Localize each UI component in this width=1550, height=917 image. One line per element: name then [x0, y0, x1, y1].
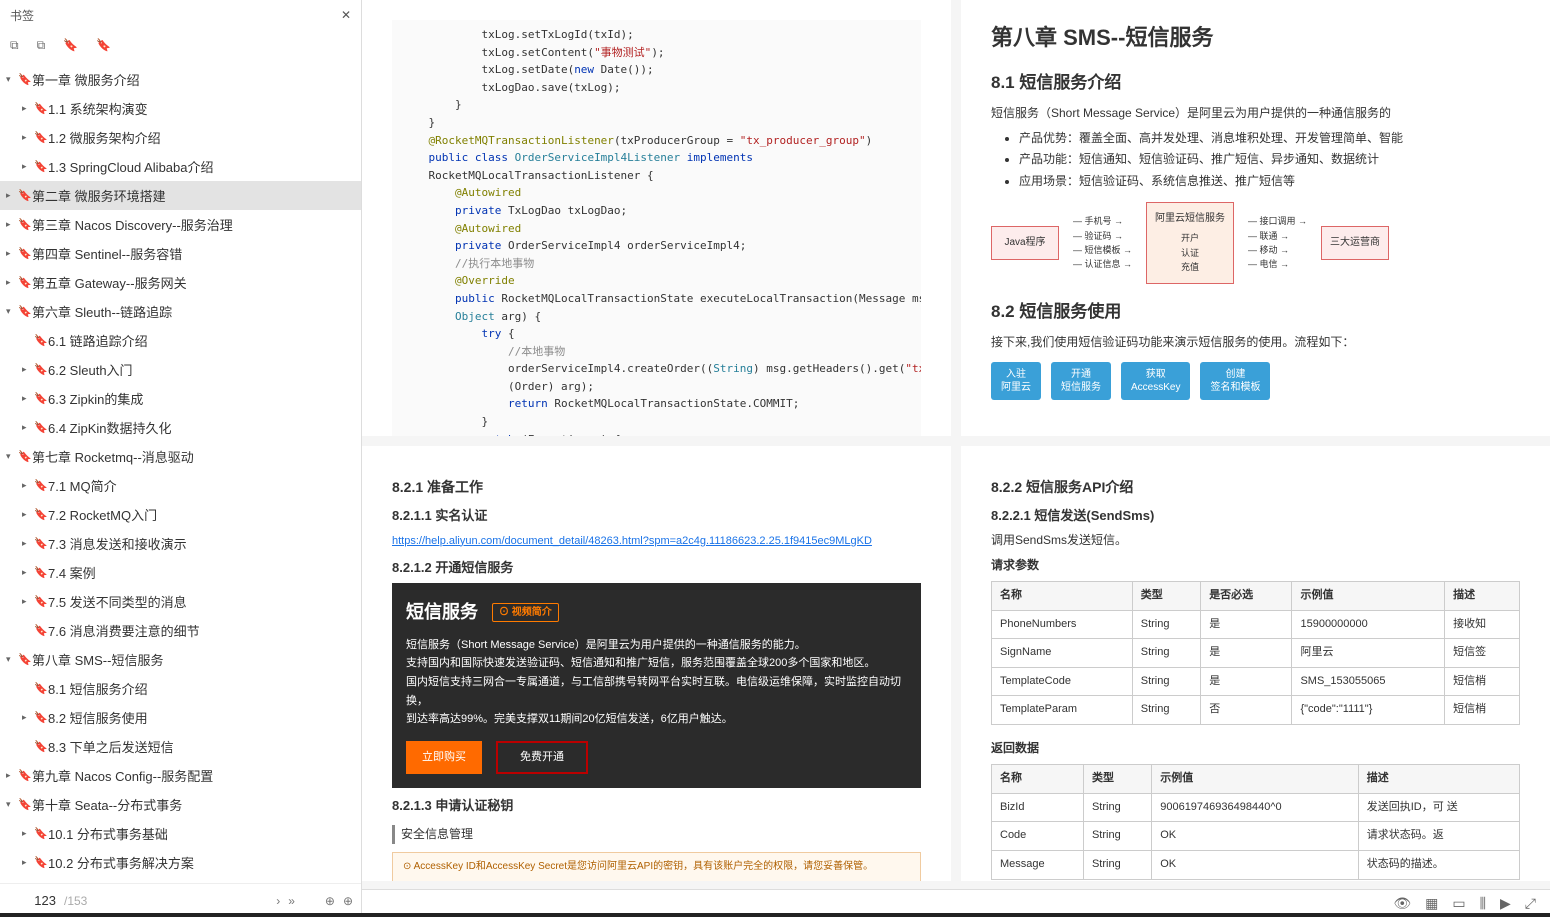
sidebar-toolbar: ⧉ ⧉ 🔖 🔖: [0, 30, 361, 61]
toc-item[interactable]: ▾🔖第十章 Seata--分布式事务: [0, 790, 361, 819]
toc-item[interactable]: ▸🔖7.5 发送不同类型的消息: [0, 587, 361, 616]
toc-item[interactable]: ▾🔖第八章 SMS--短信服务: [0, 645, 361, 674]
toc-item[interactable]: ▸🔖7.1 MQ简介: [0, 471, 361, 500]
h-8212: 8.2.1.2 开通短信服务: [392, 558, 921, 579]
sidebar-title: 书签: [10, 7, 34, 24]
accesskey-alert: ⊙ AccessKey ID和AccessKey Secret是您访问阿里云AP…: [392, 852, 921, 881]
diagram-java: Java程序: [991, 226, 1059, 260]
security-title: 安全信息管理: [392, 825, 921, 844]
toc-item[interactable]: ▸🔖1.2 微服务架构介绍: [0, 123, 361, 152]
panel-title: 短信服务: [406, 597, 478, 628]
h-8221: 8.2.2.1 短信发送(SendSms): [991, 506, 1520, 527]
diagram-fields: — 手机号 →— 验证码 →— 短信模板 →— 认证信息 →: [1073, 214, 1132, 272]
bookmark-icon[interactable]: 🔖: [63, 38, 78, 53]
sms-product-panel: 短信服务 ⊙ 视频简介 短信服务（Short Message Service）是…: [392, 583, 921, 788]
page-bottom-right: 8.2.2 短信服务API介绍 8.2.2.1 短信发送(SendSms) 调用…: [961, 446, 1550, 882]
process-step: 获取AccessKey: [1121, 362, 1190, 400]
section-8-2: 8.2 短信服务使用: [991, 298, 1520, 325]
h-822: 8.2.2 短信服务API介绍: [991, 476, 1520, 498]
toc-item[interactable]: ▾🔖第六章 Sleuth--链路追踪: [0, 297, 361, 326]
page-total: /153: [64, 894, 87, 908]
collapse-icon[interactable]: ⧉: [37, 38, 46, 53]
toc-tree[interactable]: ▾🔖第一章 微服务介绍▸🔖1.1 系统架构演变▸🔖1.2 微服务架构介绍▸🔖1.…: [0, 61, 361, 883]
add-bm2-icon[interactable]: ⊕: [343, 894, 353, 908]
section-8-2-desc: 接下来,我们使用短信验证码功能来演示短信服务的使用。流程如下：: [991, 333, 1520, 352]
os-taskbar: [0, 913, 1550, 917]
page-grid: txLog.setTxLogId(txId); txLog.setContent…: [362, 0, 1550, 917]
process-step: 开通短信服务: [1051, 362, 1111, 400]
page-top-left: txLog.setTxLogId(txId); txLog.setContent…: [362, 0, 951, 436]
toc-item[interactable]: ▸🔖7.4 案例: [0, 558, 361, 587]
close-icon[interactable]: ✕: [341, 8, 351, 22]
verify-link[interactable]: https://help.aliyun.com/document_detail/…: [392, 535, 872, 547]
sendsms-desc: 调用SendSms发送短信。: [991, 531, 1520, 550]
toc-item[interactable]: ▸🔖6.4 ZipKin数据持久化: [0, 413, 361, 442]
sidebar-header: 书签 ✕: [0, 0, 361, 30]
toc-item[interactable]: ▸🔖第九章 Nacos Config--服务配置: [0, 761, 361, 790]
chapter-title: 第八章 SMS--短信服务: [991, 20, 1520, 55]
add-bm-icon[interactable]: ⊕: [325, 894, 335, 908]
resp-title: 返回数据: [991, 739, 1520, 758]
section-8-1: 8.1 短信服务介绍: [991, 69, 1520, 96]
toc-item[interactable]: ▸🔖10.2 分布式事务解决方案: [0, 848, 361, 877]
toc-item[interactable]: ▸🔖1.1 系统架构演变: [0, 94, 361, 123]
toc-item[interactable]: ▸🔖6.3 Zipkin的集成: [0, 384, 361, 413]
toc-item[interactable]: ▸🔖6.2 Sleuth入门: [0, 355, 361, 384]
diagram-carrier: 三大运营商: [1321, 226, 1389, 260]
video-intro-badge[interactable]: ⊙ 视频简介: [492, 603, 559, 622]
page-top-right: 第八章 SMS--短信服务 8.1 短信服务介绍 短信服务（Short Mess…: [961, 0, 1550, 436]
feature-list: 产品优势：覆盖全面、高并发处理、消息堆积处理、开发管理简单、智能产品功能：短信通…: [991, 128, 1520, 193]
diagram-aliyun-sub: 开户认证充值: [1155, 231, 1225, 274]
diagram-aliyun-title: 阿里云短信服务: [1155, 211, 1225, 227]
panel-desc: 短信服务（Short Message Service）是阿里云为用户提供的一种通…: [406, 636, 907, 729]
bookmark-add-icon[interactable]: 🔖: [96, 38, 111, 53]
viewer-icon[interactable]: ▶: [1500, 895, 1511, 912]
viewer-icon[interactable]: ⤢: [1525, 895, 1536, 912]
page-input[interactable]: [8, 893, 56, 908]
toc-item[interactable]: ▸🔖第四章 Sentinel--服务容错: [0, 239, 361, 268]
process-step: 创建签名和模板: [1200, 362, 1270, 400]
intro-text: 短信服务（Short Message Service）是阿里云为用户提供的一种通…: [991, 104, 1520, 123]
toc-item[interactable]: 🔖8.3 下单之后发送短信: [0, 732, 361, 761]
process-steps: 入驻阿里云开通短信服务获取AccessKey 创建签名和模板: [991, 362, 1520, 400]
toc-item[interactable]: ▸🔖第三章 Nacos Discovery--服务治理: [0, 210, 361, 239]
next-page-icon[interactable]: ›: [276, 894, 280, 908]
req-params-title: 请求参数: [991, 556, 1520, 575]
toc-item[interactable]: ▸🔖8.2 短信服务使用: [0, 703, 361, 732]
diagram-aliyun: 阿里云短信服务 开户认证充值: [1146, 202, 1234, 283]
last-page-icon[interactable]: »: [288, 894, 295, 908]
toc-item[interactable]: ▸🔖10.1 分布式事务基础: [0, 819, 361, 848]
diagram-right-fields: — 接口调用 →— 联通 →— 移动 →— 电信 →: [1248, 214, 1307, 272]
viewer-icon[interactable]: ▦: [1425, 895, 1438, 912]
sidebar-footer: /153 › » ⊕ ⊕: [0, 883, 361, 917]
toc-item[interactable]: ▸🔖第二章 微服务环境搭建: [0, 181, 361, 210]
process-step: 入驻阿里云: [991, 362, 1041, 400]
toc-item[interactable]: ▾🔖第七章 Rocketmq--消息驱动: [0, 442, 361, 471]
toc-item[interactable]: ▸🔖1.3 SpringCloud Alibaba介绍: [0, 152, 361, 181]
buy-button[interactable]: 立即购买: [406, 741, 482, 774]
expand-icon[interactable]: ⧉: [10, 38, 19, 53]
viewer-icon[interactable]: ▭: [1452, 895, 1465, 912]
h-821: 8.2.1 准备工作: [392, 476, 921, 498]
toc-item[interactable]: 🔖8.1 短信服务介绍: [0, 674, 361, 703]
toc-item[interactable]: ▸🔖7.2 RocketMQ入门: [0, 500, 361, 529]
toc-item[interactable]: ▸🔖7.3 消息发送和接收演示: [0, 529, 361, 558]
toc-item[interactable]: ▾🔖第一章 微服务介绍: [0, 65, 361, 94]
page-bottom-left: 8.2.1 准备工作 8.2.1.1 实名认证 https://help.ali…: [362, 446, 951, 882]
free-activate-button[interactable]: 免费开通: [496, 741, 588, 774]
viewer-icon[interactable]: ⫼: [1480, 895, 1486, 912]
h-8213: 8.2.1.3 申请认证秘钥: [392, 796, 921, 817]
request-params-table: 名称类型是否必选示例值描述PhoneNumbersString是15900000…: [991, 581, 1520, 725]
toc-item[interactable]: 🔖7.6 消息消费要注意的细节: [0, 616, 361, 645]
bookmarks-sidebar: 书签 ✕ ⧉ ⧉ 🔖 🔖 ▾🔖第一章 微服务介绍▸🔖1.1 系统架构演变▸🔖1.…: [0, 0, 362, 917]
viewer-icon[interactable]: 👁: [1393, 895, 1411, 912]
toc-item[interactable]: ▸🔖第五章 Gateway--服务网关: [0, 268, 361, 297]
response-table: 名称类型示例值描述BizIdString900619746936498440^0…: [991, 764, 1520, 879]
code-block: txLog.setTxLogId(txId); txLog.setContent…: [392, 20, 921, 436]
h-8211: 8.2.1.1 实名认证: [392, 506, 921, 527]
sms-diagram: Java程序 — 手机号 →— 验证码 →— 短信模板 →— 认证信息 → 阿里…: [991, 202, 1520, 283]
toc-item[interactable]: 🔖6.1 链路追踪介绍: [0, 326, 361, 355]
